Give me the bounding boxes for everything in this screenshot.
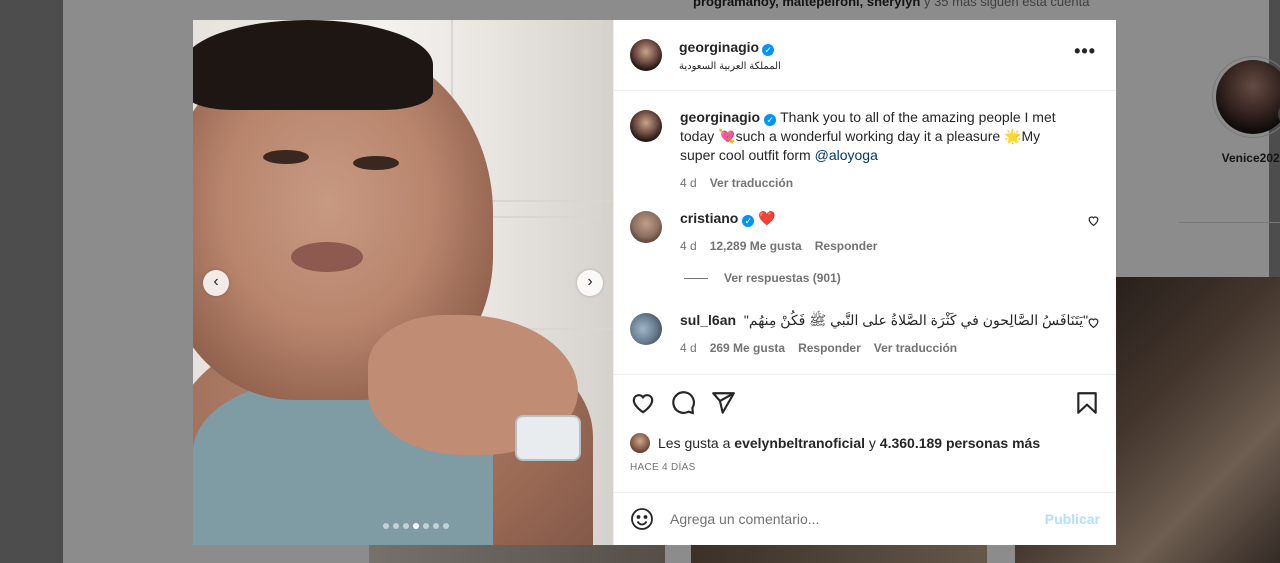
- caption-username[interactable]: georginagio: [680, 109, 760, 125]
- save-bookmark-icon[interactable]: [1074, 390, 1100, 416]
- post-media[interactable]: ‹ ›: [193, 20, 613, 545]
- avatar[interactable]: [630, 110, 662, 142]
- post-header: georginagio ✓ المملكة العربية السعودية ••…: [614, 20, 1116, 91]
- comment-time[interactable]: 4 d: [680, 339, 697, 358]
- post-location[interactable]: المملكة العربية السعودية: [679, 61, 781, 72]
- comment-likes-count[interactable]: 269 Me gusta: [710, 339, 785, 358]
- comment-username[interactable]: sul_l6an: [680, 312, 736, 328]
- mention-link[interactable]: @aloyoga: [815, 147, 878, 163]
- caption-time[interactable]: 4 d: [680, 174, 697, 193]
- publish-button[interactable]: Publicar: [1045, 511, 1100, 527]
- share-paper-plane-icon[interactable]: [710, 390, 736, 416]
- comment-text: ❤️: [758, 210, 776, 226]
- more-options-button[interactable]: •••: [1074, 42, 1096, 60]
- next-image-button[interactable]: ›: [577, 270, 603, 296]
- avatar[interactable]: [630, 211, 662, 243]
- verified-badge-icon: ✓: [762, 43, 775, 56]
- carousel-dot: [443, 523, 449, 529]
- liker-username[interactable]: evelynbeltranoficial: [734, 435, 865, 451]
- translate-button[interactable]: Ver traducción: [710, 174, 793, 193]
- like-heart-icon[interactable]: [630, 390, 656, 416]
- comment-input[interactable]: [670, 511, 1020, 527]
- comment-text: "يَتَنَافَسُ الصَّالِحون في كَثْرَة الصَ…: [743, 312, 1089, 328]
- comment-likes-count[interactable]: 12,289 Me gusta: [710, 237, 802, 256]
- comment-bubble-icon[interactable]: [670, 390, 696, 416]
- comment-item: sul_l6an "يَتَنَافَسُ الصَّالِحون في كَث…: [630, 311, 1100, 358]
- like-comment-heart-icon[interactable]: [1087, 316, 1100, 329]
- likes-summary: Les gusta a evelynbeltranoficial y 4.360…: [630, 433, 1040, 453]
- view-replies-button[interactable]: Ver respuestas (901): [684, 271, 841, 285]
- add-comment-bar: Publicar: [614, 493, 1116, 545]
- avatar[interactable]: [630, 433, 650, 453]
- carousel-dot: [403, 523, 409, 529]
- verified-badge-icon: ✓: [764, 114, 777, 126]
- emoji-icon[interactable]: [630, 507, 654, 531]
- reply-button[interactable]: Responder: [798, 339, 861, 358]
- post-caption: georginagio ✓ Thank you to all of the amaz…: [630, 108, 1100, 193]
- comment-time[interactable]: 4 d: [680, 237, 697, 256]
- author-username[interactable]: georginagio: [679, 39, 759, 55]
- comment-username[interactable]: cristiano: [680, 210, 738, 226]
- carousel-dot: [413, 523, 419, 529]
- likes-count[interactable]: 4.360.189 personas más: [880, 435, 1040, 451]
- like-comment-heart-icon[interactable]: [1087, 214, 1100, 227]
- post-timestamp[interactable]: HACE 4 DÍAS: [630, 462, 696, 473]
- divider: [684, 277, 708, 279]
- comment-item: cristiano ✓ ❤️ 4 d 12,289 Me gusta Respond…: [630, 209, 1100, 256]
- reply-button[interactable]: Responder: [815, 237, 878, 256]
- post-modal: ‹ › georginagio ✓ المملكة العربية السعودي…: [193, 20, 1116, 545]
- carousel-dot: [383, 523, 389, 529]
- post-sidebar: georginagio ✓ المملكة العربية السعودية ••…: [613, 20, 1116, 545]
- previous-image-button[interactable]: ‹: [203, 270, 229, 296]
- carousel-dot: [423, 523, 429, 529]
- verified-badge-icon: ✓: [742, 215, 755, 227]
- comments-section: georginagio ✓ Thank you to all of the amaz…: [614, 92, 1116, 375]
- carousel-dot: [393, 523, 399, 529]
- post-actions: Les gusta a evelynbeltranoficial y 4.360…: [614, 376, 1116, 493]
- carousel-dot: [433, 523, 439, 529]
- translate-button[interactable]: Ver traducción: [874, 339, 957, 358]
- carousel-indicator: [193, 523, 613, 529]
- avatar[interactable]: [630, 39, 662, 71]
- avatar[interactable]: [630, 313, 662, 345]
